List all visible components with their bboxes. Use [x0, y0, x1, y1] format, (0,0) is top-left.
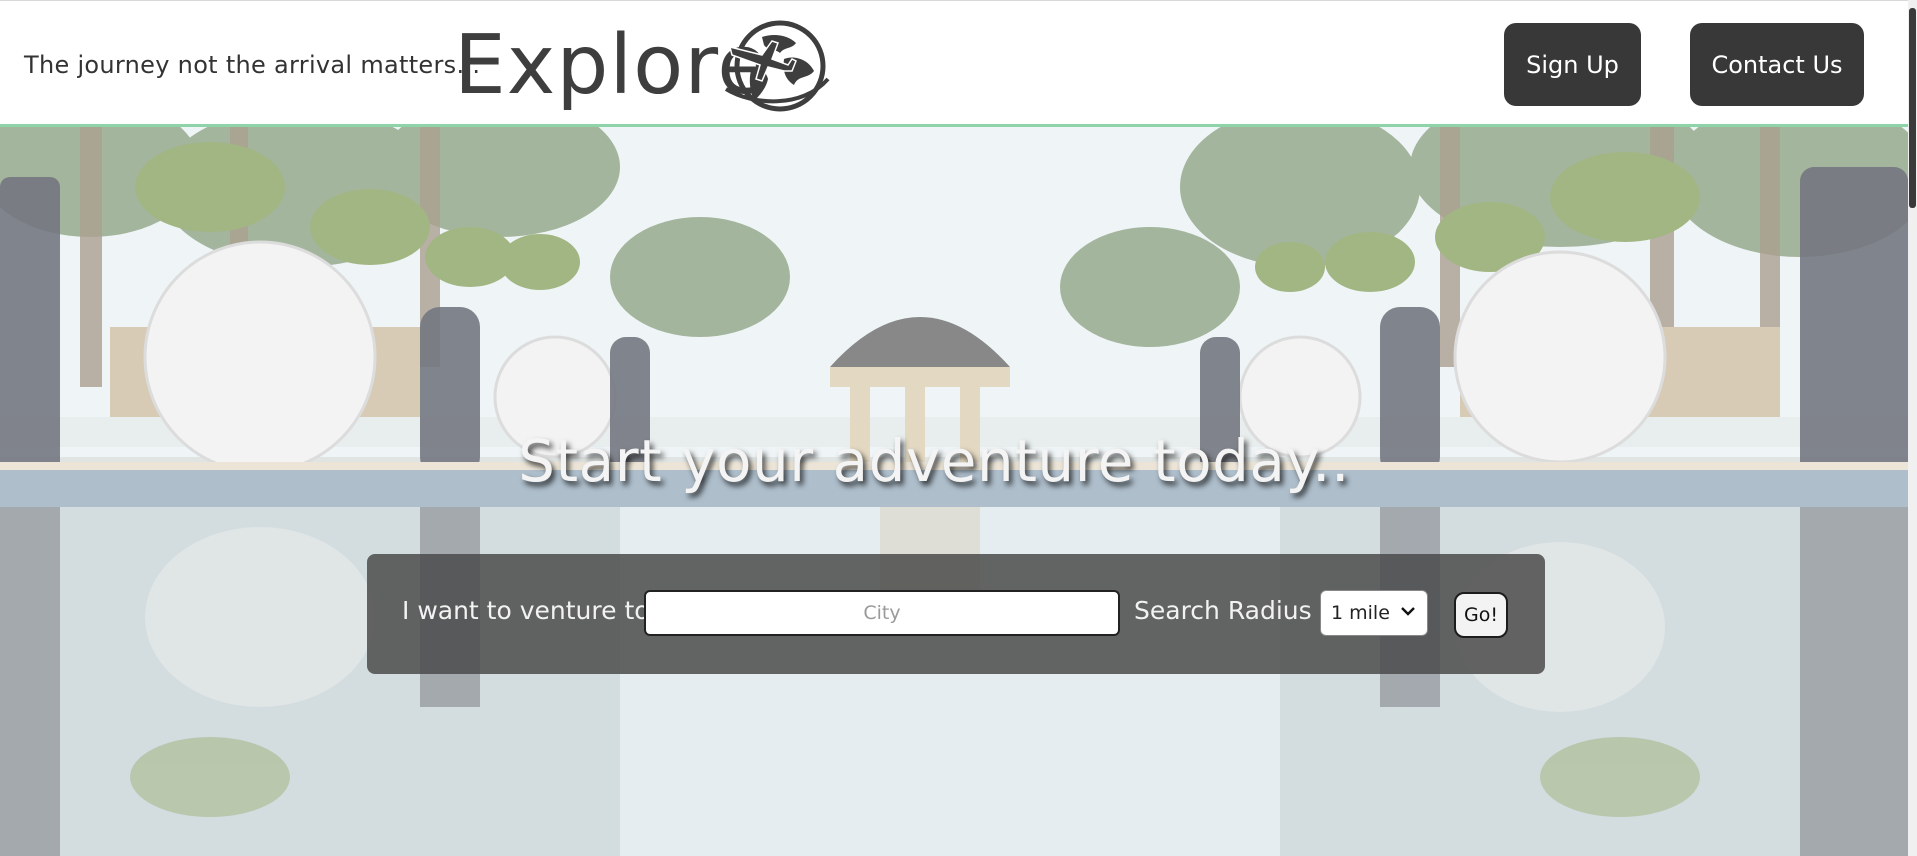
search-radius-label: Search Radius	[1134, 596, 1312, 625]
sign-up-button[interactable]: Sign Up	[1504, 23, 1641, 106]
tagline: The journey not the arrival matters...	[24, 51, 481, 79]
contact-us-button[interactable]: Contact Us	[1690, 23, 1864, 106]
city-input[interactable]	[644, 590, 1120, 636]
chevron-down-icon	[1401, 607, 1415, 616]
scrollbar[interactable]	[1908, 0, 1917, 856]
scrollbar-thumb[interactable]	[1909, 8, 1916, 208]
search-radius-select[interactable]: 1 mile	[1320, 590, 1428, 636]
hero-headline: Start your adventure today..	[518, 427, 1350, 495]
venture-label: I want to venture to	[402, 596, 650, 625]
globe-airplane-icon[interactable]	[722, 19, 832, 113]
search-bar: I want to venture to Search Radius 1 mil…	[367, 554, 1545, 674]
hero-section: Start your adventure today.. I want to v…	[0, 127, 1908, 856]
go-button[interactable]: Go!	[1454, 592, 1508, 638]
page: The journey not the arrival matters... E…	[0, 0, 1917, 856]
site-header: The journey not the arrival matters... E…	[0, 0, 1908, 127]
search-radius-value: 1 mile	[1331, 602, 1390, 624]
